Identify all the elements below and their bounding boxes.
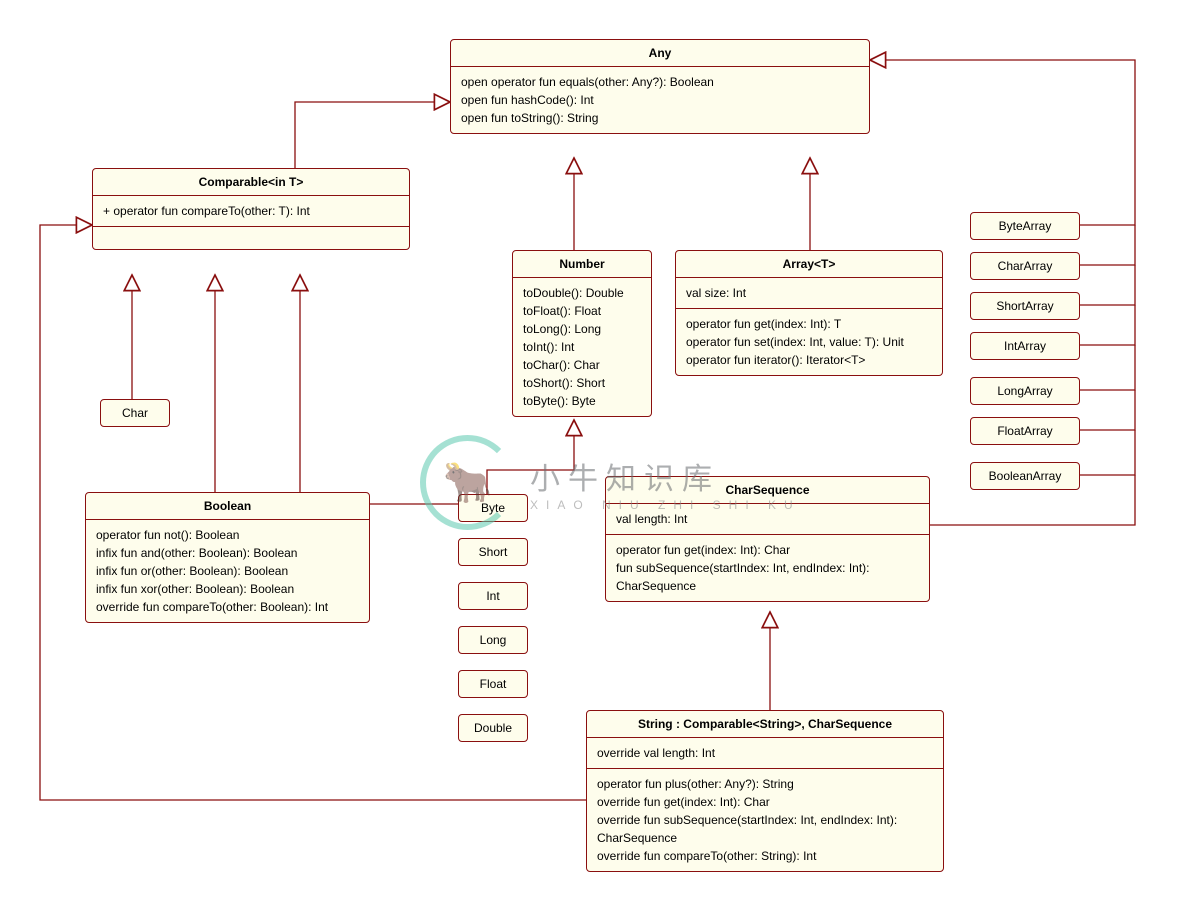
class-any-method: open operator fun equals(other: Any?): B… [461,73,859,91]
class-chararray: CharArray [970,252,1080,280]
class-number-method: toShort(): Short [523,374,641,392]
class-string-method: override fun get(index: Int): Char [597,793,933,811]
class-number-method: toFloat(): Float [523,302,641,320]
class-number-method: toLong(): Long [523,320,641,338]
class-array-method: operator fun get(index: Int): T [686,315,932,333]
class-intarray: IntArray [970,332,1080,360]
class-booleanarray: BooleanArray [970,462,1080,490]
class-boolean-method: infix fun xor(other: Boolean): Boolean [96,580,359,598]
class-byte: Byte [458,494,528,522]
class-array-prop: val size: Int [686,284,932,302]
class-number-method: toByte(): Byte [523,392,641,410]
class-any-method: open fun hashCode(): Int [461,91,859,109]
class-array: Array<T> val size: Int operator fun get(… [675,250,943,376]
class-string: String : Comparable<String>, CharSequenc… [586,710,944,872]
class-array-method: operator fun iterator(): Iterator<T> [686,351,932,369]
class-floatarray: FloatArray [970,417,1080,445]
class-number-method: toInt(): Int [523,338,641,356]
class-boolean-title: Boolean [86,493,369,520]
class-int: Int [458,582,528,610]
class-array-title: Array<T> [676,251,942,278]
class-charsequence-prop: val length: Int [616,510,919,528]
class-float: Float [458,670,528,698]
class-boolean-method: operator fun not(): Boolean [96,526,359,544]
class-boolean-method: infix fun or(other: Boolean): Boolean [96,562,359,580]
class-comparable-method: + operator fun compareTo(other: T): Int [103,202,399,220]
class-charsequence-method: operator fun get(index: Int): Char [616,541,919,559]
class-any-title: Any [451,40,869,67]
class-string-method: override fun compareTo(other: String): I… [597,847,933,865]
class-array-method: operator fun set(index: Int, value: T): … [686,333,932,351]
class-char: Char [100,399,170,427]
class-boolean-method: infix fun and(other: Boolean): Boolean [96,544,359,562]
class-number-method: toDouble(): Double [523,284,641,302]
class-number-method: toChar(): Char [523,356,641,374]
class-comparable: Comparable<in T> + operator fun compareT… [92,168,410,250]
class-any-method: open fun toString(): String [461,109,859,127]
class-any: Any open operator fun equals(other: Any?… [450,39,870,134]
class-string-method: override fun subSequence(startIndex: Int… [597,811,933,847]
class-string-title: String : Comparable<String>, CharSequenc… [587,711,943,738]
class-comparable-title: Comparable<in T> [93,169,409,196]
class-double: Double [458,714,528,742]
class-bytearray: ByteArray [970,212,1080,240]
class-short: Short [458,538,528,566]
class-long: Long [458,626,528,654]
class-number-title: Number [513,251,651,278]
class-boolean: Boolean operator fun not(): Boolean infi… [85,492,370,623]
class-boolean-method: override fun compareTo(other: Boolean): … [96,598,359,616]
class-number: Number toDouble(): Double toFloat(): Flo… [512,250,652,417]
class-charsequence-title: CharSequence [606,477,929,504]
class-string-method: operator fun plus(other: Any?): String [597,775,933,793]
class-charsequence: CharSequence val length: Int operator fu… [605,476,930,602]
class-charsequence-method: fun subSequence(startIndex: Int, endInde… [616,559,919,595]
class-longarray: LongArray [970,377,1080,405]
class-string-prop: override val length: Int [597,744,933,762]
class-shortarray: ShortArray [970,292,1080,320]
